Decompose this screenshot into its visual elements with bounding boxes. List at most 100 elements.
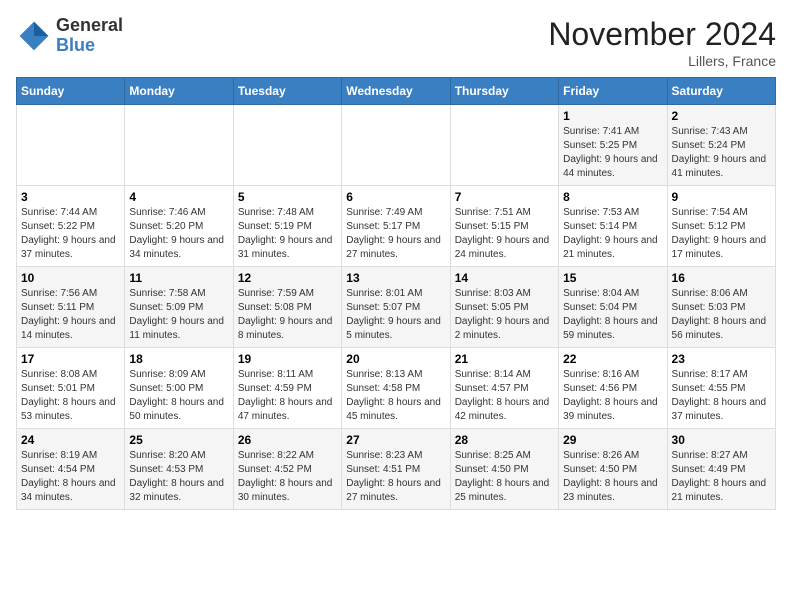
day-info: Sunrise: 7:53 AMSunset: 5:14 PMDaylight:… (563, 206, 662, 262)
page-header: General Blue November 2024 Lillers, Fran… (16, 16, 776, 69)
day-number: 2 (672, 109, 771, 123)
day-info: Sunrise: 7:54 AMSunset: 5:12 PMDaylight:… (672, 206, 771, 262)
day-number: 11 (129, 271, 228, 285)
day-number: 1 (563, 109, 662, 123)
week-row-2: 3 Sunrise: 7:44 AMSunset: 5:22 PMDaylight… (17, 186, 776, 267)
day-cell: 26 Sunrise: 8:22 AMSunset: 4:52 PMDayligh… (233, 429, 341, 510)
day-cell: 15Sunrise: 8:04 AMSunset: 5:04 PMDayligh… (559, 267, 667, 348)
header-cell-wednesday: Wednesday (342, 78, 450, 105)
day-cell: 7 Sunrise: 7:51 AMSunset: 5:15 PMDaylight… (450, 186, 558, 267)
day-info: Sunrise: 7:44 AMSunset: 5:22 PMDaylight:… (21, 206, 120, 262)
day-number: 12 (238, 271, 337, 285)
day-number: 14 (455, 271, 554, 285)
day-info: Sunrise: 8:03 AMSunset: 5:05 PMDaylight:… (455, 287, 554, 343)
day-cell: 4 Sunrise: 7:46 AMSunset: 5:20 PMDaylight… (125, 186, 233, 267)
day-cell: 11 Sunrise: 7:58 AMSunset: 5:09 PMDayligh… (125, 267, 233, 348)
day-info: Sunrise: 8:01 AMSunset: 5:07 PMDaylight:… (346, 287, 445, 343)
day-number: 4 (129, 190, 228, 204)
day-cell: 2 Sunrise: 7:43 AMSunset: 5:24 PMDaylight… (667, 105, 775, 186)
day-cell: 22 Sunrise: 8:16 AMSunset: 4:56 PMDayligh… (559, 348, 667, 429)
day-info: Sunrise: 7:51 AMSunset: 5:15 PMDaylight:… (455, 206, 554, 262)
day-cell: 27 Sunrise: 8:23 AMSunset: 4:51 PMDayligh… (342, 429, 450, 510)
day-info: Sunrise: 8:25 AMSunset: 4:50 PMDaylight:… (455, 449, 554, 505)
day-info: Sunrise: 8:27 AMSunset: 4:49 PMDaylight:… (672, 449, 771, 505)
day-info: Sunrise: 7:48 AMSunset: 5:19 PMDaylight:… (238, 206, 337, 262)
header-cell-sunday: Sunday (17, 78, 125, 105)
day-number: 25 (129, 433, 228, 447)
title-block: November 2024 Lillers, France (548, 16, 776, 69)
day-number: 26 (238, 433, 337, 447)
day-cell: 24Sunrise: 8:19 AMSunset: 4:54 PMDayligh… (17, 429, 125, 510)
day-number: 16 (672, 271, 771, 285)
day-cell: 10Sunrise: 7:56 AMSunset: 5:11 PMDayligh… (17, 267, 125, 348)
day-info: Sunrise: 8:23 AMSunset: 4:51 PMDaylight:… (346, 449, 445, 505)
day-info: Sunrise: 8:19 AMSunset: 4:54 PMDaylight:… (21, 449, 120, 505)
day-info: Sunrise: 8:09 AMSunset: 5:00 PMDaylight:… (129, 368, 228, 424)
day-number: 9 (672, 190, 771, 204)
day-number: 22 (563, 352, 662, 366)
day-info: Sunrise: 7:59 AMSunset: 5:08 PMDaylight:… (238, 287, 337, 343)
week-row-1: 1 Sunrise: 7:41 AMSunset: 5:25 PMDaylight… (17, 105, 776, 186)
day-cell: 18 Sunrise: 8:09 AMSunset: 5:00 PMDayligh… (125, 348, 233, 429)
day-number: 7 (455, 190, 554, 204)
week-row-3: 10Sunrise: 7:56 AMSunset: 5:11 PMDayligh… (17, 267, 776, 348)
day-cell: 29 Sunrise: 8:26 AMSunset: 4:50 PMDayligh… (559, 429, 667, 510)
day-cell (233, 105, 341, 186)
day-cell: 13Sunrise: 8:01 AMSunset: 5:07 PMDayligh… (342, 267, 450, 348)
day-info: Sunrise: 8:16 AMSunset: 4:56 PMDaylight:… (563, 368, 662, 424)
day-cell: 1 Sunrise: 7:41 AMSunset: 5:25 PMDaylight… (559, 105, 667, 186)
calendar-body: 1 Sunrise: 7:41 AMSunset: 5:25 PMDaylight… (17, 105, 776, 510)
calendar-header: SundayMondayTuesdayWednesdayThursdayFrid… (17, 78, 776, 105)
header-cell-thursday: Thursday (450, 78, 558, 105)
logo-blue: Blue (56, 36, 123, 56)
day-number: 28 (455, 433, 554, 447)
day-cell: 17 Sunrise: 8:08 AMSunset: 5:01 PMDayligh… (17, 348, 125, 429)
month-title: November 2024 (548, 16, 776, 53)
day-cell: 16Sunrise: 8:06 AMSunset: 5:03 PMDayligh… (667, 267, 775, 348)
day-number: 18 (129, 352, 228, 366)
day-cell: 25 Sunrise: 8:20 AMSunset: 4:53 PMDayligh… (125, 429, 233, 510)
header-cell-monday: Monday (125, 78, 233, 105)
logo: General Blue (16, 16, 123, 56)
day-cell (450, 105, 558, 186)
day-info: Sunrise: 7:41 AMSunset: 5:25 PMDaylight:… (563, 125, 662, 181)
day-cell: 28 Sunrise: 8:25 AMSunset: 4:50 PMDayligh… (450, 429, 558, 510)
day-info: Sunrise: 7:43 AMSunset: 5:24 PMDaylight:… (672, 125, 771, 181)
day-info: Sunrise: 7:46 AMSunset: 5:20 PMDaylight:… (129, 206, 228, 262)
day-cell: 14 Sunrise: 8:03 AMSunset: 5:05 PMDayligh… (450, 267, 558, 348)
day-number: 19 (238, 352, 337, 366)
day-cell: 6Sunrise: 7:49 AMSunset: 5:17 PMDaylight… (342, 186, 450, 267)
day-number: 17 (21, 352, 120, 366)
day-number: 8 (563, 190, 662, 204)
day-cell (17, 105, 125, 186)
day-info: Sunrise: 8:08 AMSunset: 5:01 PMDaylight:… (21, 368, 120, 424)
day-cell: 5Sunrise: 7:48 AMSunset: 5:19 PMDaylight… (233, 186, 341, 267)
day-info: Sunrise: 7:56 AMSunset: 5:11 PMDaylight:… (21, 287, 120, 343)
logo-general: General (56, 16, 123, 36)
day-number: 20 (346, 352, 445, 366)
day-number: 23 (672, 352, 771, 366)
day-info: Sunrise: 8:22 AMSunset: 4:52 PMDaylight:… (238, 449, 337, 505)
day-info: Sunrise: 8:14 AMSunset: 4:57 PMDaylight:… (455, 368, 554, 424)
day-info: Sunrise: 8:13 AMSunset: 4:58 PMDaylight:… (346, 368, 445, 424)
day-number: 3 (21, 190, 120, 204)
day-info: Sunrise: 8:26 AMSunset: 4:50 PMDaylight:… (563, 449, 662, 505)
day-cell: 23Sunrise: 8:17 AMSunset: 4:55 PMDayligh… (667, 348, 775, 429)
day-number: 29 (563, 433, 662, 447)
calendar-table: SundayMondayTuesdayWednesdayThursdayFrid… (16, 77, 776, 510)
day-cell: 19 Sunrise: 8:11 AMSunset: 4:59 PMDayligh… (233, 348, 341, 429)
location: Lillers, France (548, 53, 776, 69)
header-cell-tuesday: Tuesday (233, 78, 341, 105)
day-cell: 8 Sunrise: 7:53 AMSunset: 5:14 PMDaylight… (559, 186, 667, 267)
logo-icon (16, 18, 52, 54)
logo-text: General Blue (56, 16, 123, 56)
day-info: Sunrise: 7:58 AMSunset: 5:09 PMDaylight:… (129, 287, 228, 343)
day-number: 30 (672, 433, 771, 447)
day-number: 27 (346, 433, 445, 447)
day-cell: 21Sunrise: 8:14 AMSunset: 4:57 PMDayligh… (450, 348, 558, 429)
day-info: Sunrise: 8:20 AMSunset: 4:53 PMDaylight:… (129, 449, 228, 505)
header-row: SundayMondayTuesdayWednesdayThursdayFrid… (17, 78, 776, 105)
day-info: Sunrise: 8:11 AMSunset: 4:59 PMDaylight:… (238, 368, 337, 424)
day-cell: 20 Sunrise: 8:13 AMSunset: 4:58 PMDayligh… (342, 348, 450, 429)
day-number: 15 (563, 271, 662, 285)
